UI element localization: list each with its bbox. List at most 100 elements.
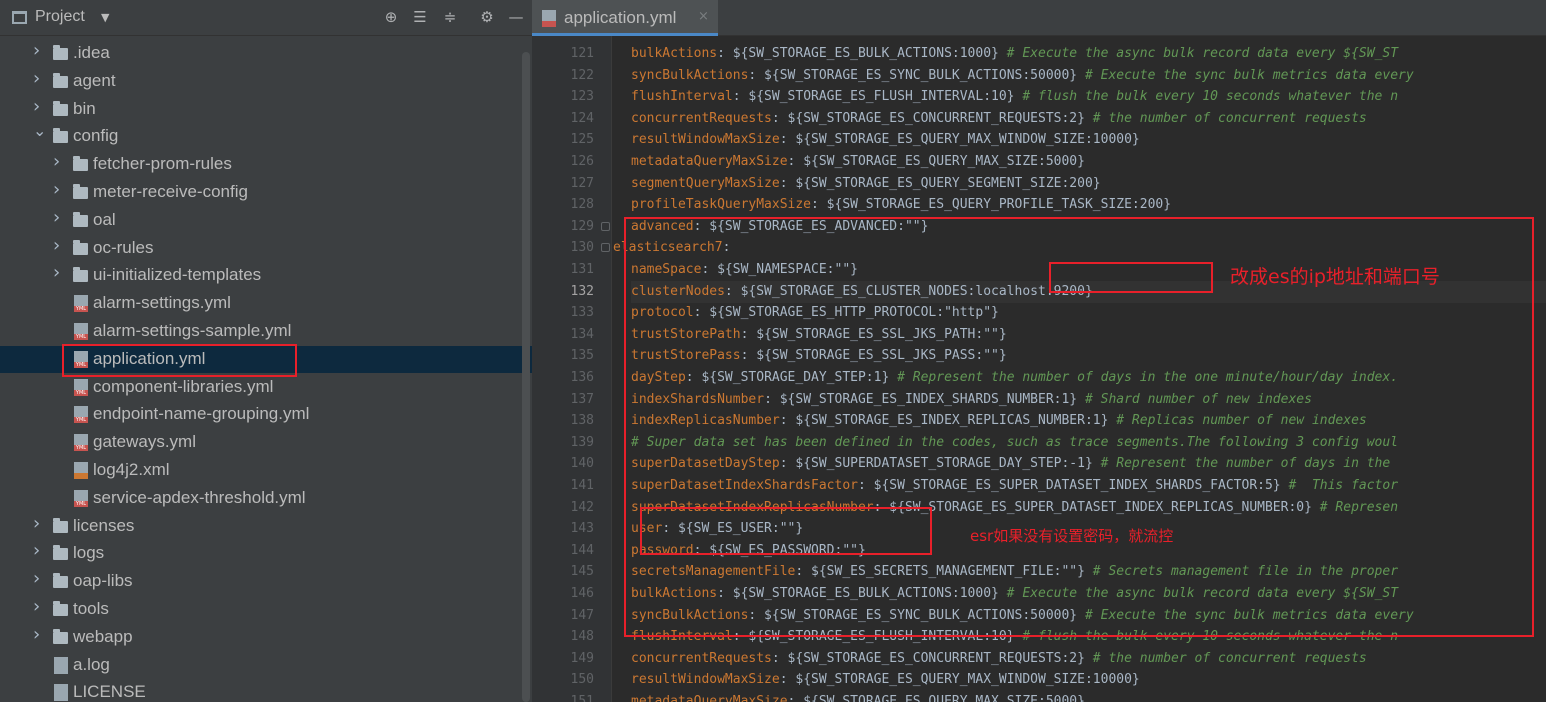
tree-folder[interactable]: › oap-libs: [0, 568, 532, 595]
fold-marker-icon[interactable]: [601, 222, 610, 231]
line-number: 144: [570, 543, 594, 558]
code-line[interactable]: flushInterval: ${SW_STORAGE_ES_FLUSH_INT…: [631, 86, 1398, 108]
chevron-right-icon[interactable]: ›: [53, 237, 63, 255]
chevron-right-icon[interactable]: ›: [33, 98, 43, 116]
tree-file[interactable]: a.log: [0, 652, 532, 679]
tree-folder[interactable]: › .idea: [0, 40, 532, 67]
yml-file-icon: [542, 10, 556, 27]
code-line[interactable]: resultWindowMaxSize: ${SW_STORAGE_ES_QUE…: [631, 129, 1140, 151]
tree-file[interactable]: endpoint-name-grouping.yml: [0, 401, 532, 428]
line-number: 123: [570, 89, 594, 104]
code-line[interactable]: profileTaskQueryMaxSize: ${SW_STORAGE_ES…: [631, 194, 1171, 216]
folder-icon: [53, 629, 68, 644]
code-line[interactable]: metadataQueryMaxSize: ${SW_STORAGE_ES_QU…: [631, 151, 1085, 173]
application-yml-highlight-box: [62, 344, 297, 377]
line-number: 148: [570, 629, 594, 644]
tree-file[interactable]: service-apdex-threshold.yml: [0, 485, 532, 512]
tree-item-label: a.log: [73, 655, 110, 674]
tree-folder[interactable]: › tools: [0, 596, 532, 623]
tab-label: application.yml: [564, 8, 677, 27]
yaml-key: resultWindowMaxSize: [631, 132, 780, 147]
expand-all-icon[interactable]: ☰: [410, 7, 430, 27]
folder-icon: [73, 212, 88, 227]
tree-item-label: oap-libs: [73, 571, 133, 590]
yml-file-icon: [74, 323, 88, 340]
chevron-right-icon[interactable]: ›: [53, 181, 63, 199]
yaml-colon: :: [779, 672, 788, 687]
code-line[interactable]: resultWindowMaxSize: ${SW_STORAGE_ES_QUE…: [631, 669, 1140, 691]
tree-folder[interactable]: › licenses: [0, 513, 532, 540]
code-line[interactable]: segmentQueryMaxSize: ${SW_STORAGE_ES_QUE…: [631, 173, 1101, 195]
chevron-right-icon[interactable]: ›: [53, 264, 63, 282]
code-line[interactable]: syncBulkActions: ${SW_STORAGE_ES_SYNC_BU…: [631, 65, 1414, 87]
chevron-right-icon[interactable]: ›: [33, 70, 43, 88]
line-number: 140: [570, 456, 594, 471]
tree-file[interactable]: alarm-settings-sample.yml: [0, 318, 532, 345]
code-line[interactable]: bulkActions: ${SW_STORAGE_ES_BULK_ACTION…: [631, 43, 1398, 65]
tree-item-label: fetcher-prom-rules: [93, 154, 232, 173]
xml-file-icon: [74, 462, 88, 479]
yml-file-icon: [74, 295, 88, 312]
tree-file[interactable]: gateways.yml: [0, 429, 532, 456]
tree-folder[interactable]: › logs: [0, 540, 532, 567]
line-number: 134: [570, 327, 594, 342]
tree-file[interactable]: alarm-settings.yml: [0, 290, 532, 317]
line-number: 124: [570, 111, 594, 126]
tree-item-label: licenses: [73, 516, 135, 535]
credentials-highlight-box: [640, 507, 932, 555]
line-number: 122: [570, 68, 594, 83]
line-number: 126: [570, 154, 594, 169]
folder-icon: [73, 184, 88, 199]
chevron-right-icon[interactable]: ›: [33, 542, 43, 560]
code-line[interactable]: metadataQueryMaxSize: ${SW_STORAGE_ES_QU…: [631, 691, 1085, 702]
project-view-selector[interactable]: Project: [35, 8, 85, 26]
locate-file-icon[interactable]: ⊕: [381, 7, 401, 27]
yml-file-icon: [74, 379, 88, 396]
tree-folder[interactable]: › ui-initialized-templates: [0, 262, 532, 289]
tree-item-label: oc-rules: [93, 238, 154, 257]
chevron-right-icon[interactable]: ›: [33, 515, 43, 533]
tree-file[interactable]: component-libraries.yml: [0, 374, 532, 401]
yaml-colon: :: [779, 132, 788, 147]
line-number: 149: [570, 651, 594, 666]
chevron-right-icon[interactable]: ›: [53, 209, 63, 227]
project-header: Project ▼ ⊕ ☰ ≑ ⚙ —: [0, 0, 532, 36]
tab-application-yml[interactable]: application.yml ×: [532, 0, 718, 36]
close-icon[interactable]: ×: [698, 9, 709, 24]
tree-folder[interactable]: › fetcher-prom-rules: [0, 151, 532, 178]
password-annotation: esr如果没有设置密码，就流控: [970, 527, 1174, 545]
line-number-gutter: 121 122 123 124 125 126 127 128 129 130 131 132 133 1…: [532, 36, 612, 702]
tree-file[interactable]: LICENSE: [0, 679, 532, 702]
code-line[interactable]: concurrentRequests: ${SW_STORAGE_ES_CONC…: [631, 108, 1367, 130]
tree-item-label: agent: [73, 71, 116, 90]
chevron-right-icon[interactable]: ›: [53, 153, 63, 171]
yml-file-icon: [74, 406, 88, 423]
chevron-right-icon[interactable]: ›: [33, 570, 43, 588]
tree-folder[interactable]: › webapp: [0, 624, 532, 651]
yaml-key: concurrentRequests: [631, 651, 772, 666]
tree-folder[interactable]: › meter-receive-config: [0, 179, 532, 206]
chevron-right-icon[interactable]: ›: [33, 598, 43, 616]
chevron-right-icon[interactable]: ›: [33, 626, 43, 644]
tree-folder[interactable]: ⌄ config: [0, 123, 532, 150]
chevron-right-icon[interactable]: ›: [33, 42, 43, 60]
hide-panel-icon[interactable]: —: [506, 7, 526, 27]
line-number: 138: [570, 413, 594, 428]
line-number: 141: [570, 478, 594, 493]
tree-folder[interactable]: › bin: [0, 96, 532, 123]
line-number: 136: [570, 370, 594, 385]
tree-file[interactable]: log4j2.xml: [0, 457, 532, 484]
fold-marker-icon[interactable]: [601, 243, 610, 252]
tree-item-label: tools: [73, 599, 109, 618]
line-number: 133: [570, 305, 594, 320]
tree-folder[interactable]: › oal: [0, 207, 532, 234]
editor-tab-bar: application.yml ×: [532, 0, 1546, 36]
code-line[interactable]: concurrentRequests: ${SW_STORAGE_ES_CONC…: [631, 648, 1367, 670]
chevron-down-icon[interactable]: ⌄: [33, 123, 46, 139]
chevron-down-icon[interactable]: ▼: [101, 11, 109, 24]
tree-folder[interactable]: › oc-rules: [0, 235, 532, 262]
gear-icon[interactable]: ⚙: [477, 7, 497, 27]
project-tree-scrollbar[interactable]: [522, 52, 530, 702]
tree-folder[interactable]: › agent: [0, 68, 532, 95]
collapse-all-icon[interactable]: ≑: [440, 7, 460, 27]
